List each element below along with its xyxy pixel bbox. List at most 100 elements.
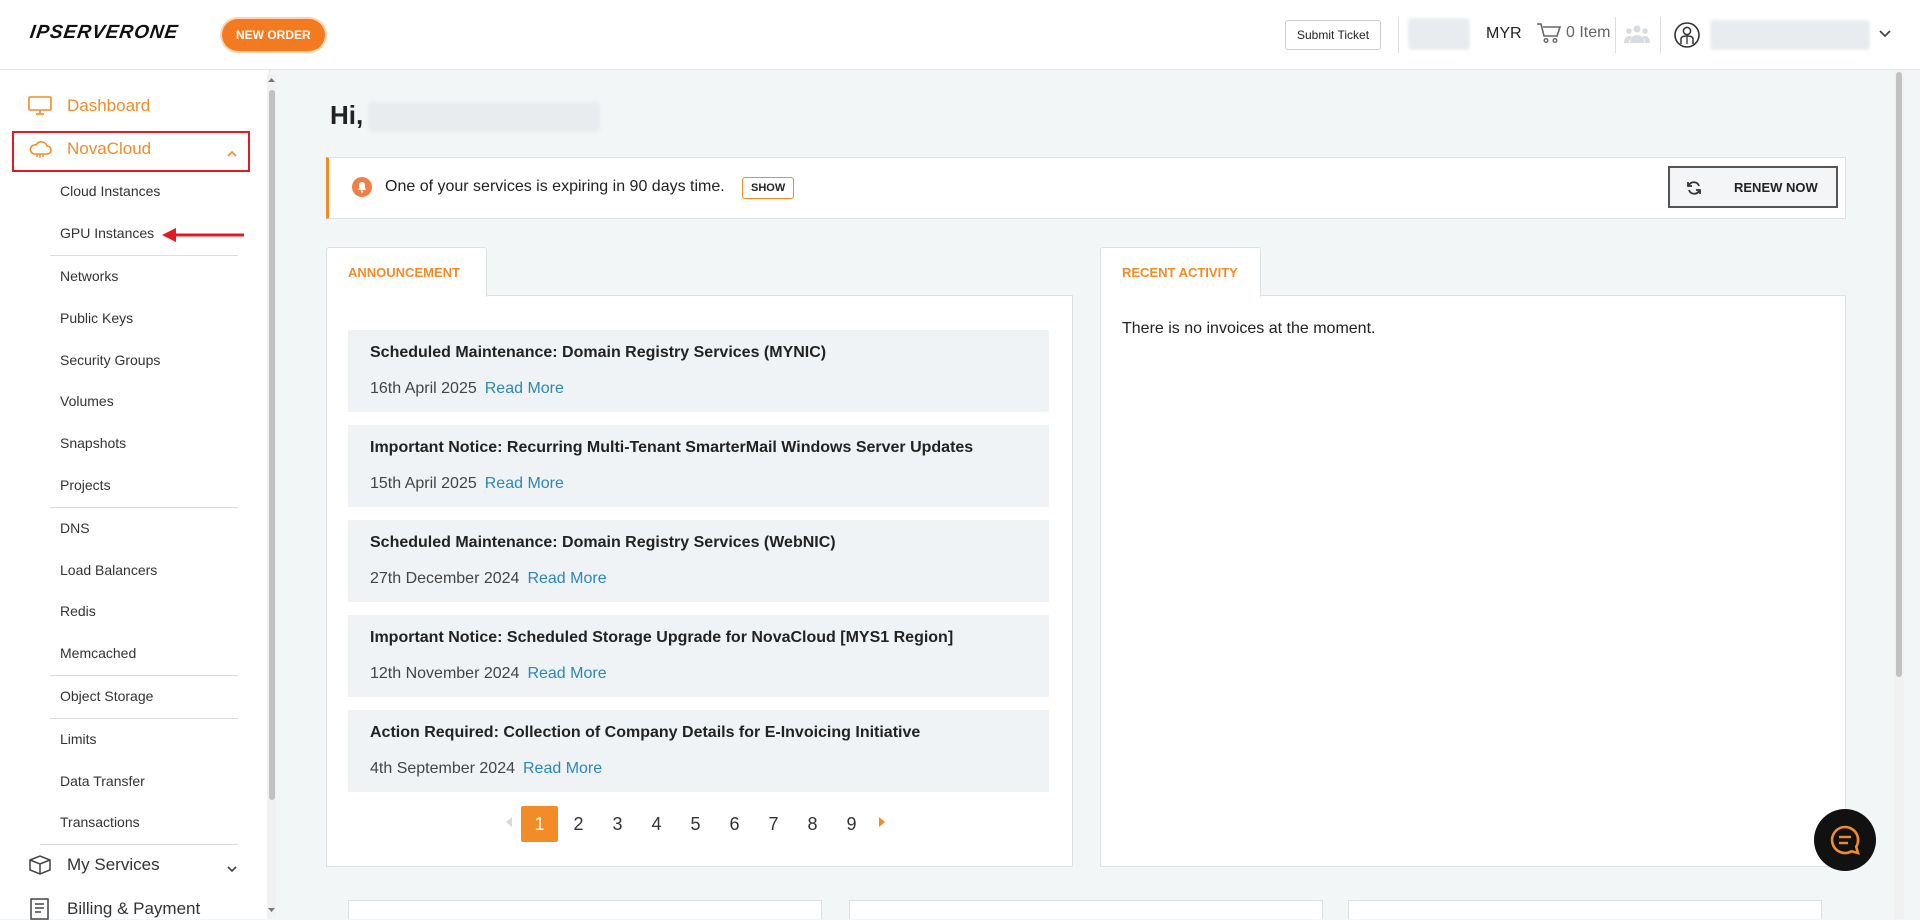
chevron-right-icon xyxy=(879,817,885,827)
page-button-2[interactable]: 2 xyxy=(559,814,598,835)
tab-recent-activity[interactable]: RECENT ACTIVITY xyxy=(1100,247,1261,297)
page-button-3[interactable]: 3 xyxy=(598,814,637,835)
tab-announcement[interactable]: ANNOUNCEMENT xyxy=(326,247,487,297)
read-more-link[interactable]: Read More xyxy=(485,475,564,492)
sidebar-item-label: NovaCloud xyxy=(67,139,152,158)
announcement-title[interactable]: Important Notice: Recurring Multi-Tenant… xyxy=(370,439,973,457)
summary-card xyxy=(1348,900,1822,919)
box-icon xyxy=(29,855,51,875)
sidebar-subitem-memcached[interactable]: Memcached xyxy=(60,645,136,661)
header-divider xyxy=(1660,17,1661,53)
sidebar-subitem-networks[interactable]: Networks xyxy=(60,268,118,284)
sidebar-item-novacloud[interactable]: NovaCloud xyxy=(28,139,151,159)
read-more-link[interactable]: Read More xyxy=(485,380,564,397)
cart-label: 0 Item xyxy=(1566,24,1611,41)
announcement-date: 12th November 2024 Read More xyxy=(370,665,607,682)
sidebar-subitem-volumes[interactable]: Volumes xyxy=(60,393,114,409)
announcement-date: 16th April 2025 Read More xyxy=(370,380,564,397)
sidebar-divider xyxy=(50,507,238,508)
arrow-left-icon xyxy=(162,228,244,242)
chevron-down-icon xyxy=(227,866,237,873)
page-button-6[interactable]: 6 xyxy=(715,814,754,835)
sidebar-subitem-data-transfer[interactable]: Data Transfer xyxy=(60,773,145,789)
page-button-7[interactable]: 7 xyxy=(754,814,793,835)
announcement-date: 15th April 2025 Read More xyxy=(370,475,564,492)
billing-icon xyxy=(30,898,49,920)
monitor-icon xyxy=(28,96,52,115)
sidebar-subitem-object-storage[interactable]: Object Storage xyxy=(60,688,153,704)
read-more-link[interactable]: Read More xyxy=(527,570,606,587)
chat-icon xyxy=(1830,825,1860,855)
page-scrollbar-thumb[interactable] xyxy=(1896,72,1902,677)
read-more-link[interactable]: Read More xyxy=(523,760,602,777)
list-item: Scheduled Maintenance: Domain Registry S… xyxy=(348,520,1049,602)
page-button-5[interactable]: 5 xyxy=(676,814,715,835)
new-order-button[interactable]: NEW ORDER xyxy=(222,19,325,51)
hidden-account-credit xyxy=(1408,18,1470,50)
empty-state-text: There is no invoices at the moment. xyxy=(1122,320,1376,337)
list-item: Important Notice: Recurring Multi-Tenant… xyxy=(348,425,1049,507)
sidebar-item-billing[interactable]: Billing & Payment xyxy=(28,898,200,920)
currency-selector[interactable]: MYR xyxy=(1486,25,1522,43)
announcement-title[interactable]: Important Notice: Scheduled Storage Upgr… xyxy=(370,629,953,647)
user-menu-button[interactable] xyxy=(1673,21,1701,54)
cart-button[interactable]: 0 Item xyxy=(1536,21,1610,45)
prev-page-button[interactable] xyxy=(498,815,520,833)
cart-icon xyxy=(1537,23,1562,44)
chevron-down-icon xyxy=(1879,30,1891,38)
sidebar-item-label: Dashboard xyxy=(67,96,151,115)
sidebar-subitem-security-groups[interactable]: Security Groups xyxy=(60,352,160,368)
sidebar-scrollbar-thumb[interactable] xyxy=(269,90,275,800)
scroll-up-icon[interactable] xyxy=(267,76,276,84)
announcement-date: 4th September 2024 Read More xyxy=(370,760,603,777)
brand-logo[interactable]: IPSERVERONE xyxy=(28,22,180,44)
page-button-8[interactable]: 8 xyxy=(793,814,832,835)
sidebar-subitem-dns[interactable]: DNS xyxy=(60,520,90,536)
show-button[interactable]: SHOW xyxy=(742,177,795,199)
page-button-9[interactable]: 9 xyxy=(832,814,871,835)
sidebar-divider xyxy=(50,675,238,676)
summary-card xyxy=(348,900,822,919)
chevron-up-icon xyxy=(227,150,237,157)
announcement-title[interactable]: Scheduled Maintenance: Domain Registry S… xyxy=(370,534,836,552)
sidebar-subitem-load-balancers[interactable]: Load Balancers xyxy=(60,562,157,578)
list-item: Important Notice: Scheduled Storage Upgr… xyxy=(348,615,1049,697)
top-header: IPSERVERONE NEW ORDER Submit Ticket MYR … xyxy=(0,0,1920,70)
sidebar-subitem-gpu-instances[interactable]: GPU Instances xyxy=(60,225,154,241)
sidebar-subitem-redis[interactable]: Redis xyxy=(60,603,96,619)
hidden-user-name xyxy=(1710,20,1870,50)
renew-now-label: RENEW NOW xyxy=(1734,180,1818,195)
sidebar-subitem-cloud-instances[interactable]: Cloud Instances xyxy=(60,183,160,199)
bell-icon xyxy=(352,177,372,197)
renew-now-button[interactable]: RENEW NOW xyxy=(1668,166,1838,208)
sidebar-item-dashboard[interactable]: Dashboard xyxy=(28,96,150,116)
sidebar-subitem-transactions[interactable]: Transactions xyxy=(60,814,140,830)
team-button[interactable] xyxy=(1624,24,1650,49)
sidebar-divider xyxy=(40,844,238,845)
sidebar-subitem-projects[interactable]: Projects xyxy=(60,477,111,493)
announcement-date: 27th December 2024 Read More xyxy=(370,570,607,587)
sidebar-divider xyxy=(50,718,238,719)
alert-message: One of your services is expiring in 90 d… xyxy=(385,178,725,195)
header-divider xyxy=(1398,17,1399,53)
cloud-icon xyxy=(29,141,52,158)
page-button-1[interactable]: 1 xyxy=(521,806,558,842)
submit-ticket-button[interactable]: Submit Ticket xyxy=(1285,20,1382,50)
sidebar-subitem-snapshots[interactable]: Snapshots xyxy=(60,435,126,451)
user-dropdown-toggle[interactable] xyxy=(1878,26,1892,44)
header-divider xyxy=(1615,17,1616,53)
announcement-title[interactable]: Scheduled Maintenance: Domain Registry S… xyxy=(370,344,826,362)
sidebar-item-my-services[interactable]: My Services xyxy=(28,855,160,875)
list-item: Action Required: Collection of Company D… xyxy=(348,710,1049,792)
next-page-button[interactable] xyxy=(871,815,893,833)
sidebar-subitem-public-keys[interactable]: Public Keys xyxy=(60,310,133,326)
read-more-link[interactable]: Read More xyxy=(527,665,606,682)
greeting-text: Hi, xyxy=(330,100,364,130)
live-chat-button[interactable] xyxy=(1814,809,1876,871)
hidden-customer-name xyxy=(368,102,600,132)
scroll-down-icon[interactable] xyxy=(267,906,276,914)
page-button-4[interactable]: 4 xyxy=(637,814,676,835)
sidebar-subitem-limits[interactable]: Limits xyxy=(60,731,97,747)
announcement-title[interactable]: Action Required: Collection of Company D… xyxy=(370,724,920,742)
user-icon xyxy=(1674,22,1700,48)
